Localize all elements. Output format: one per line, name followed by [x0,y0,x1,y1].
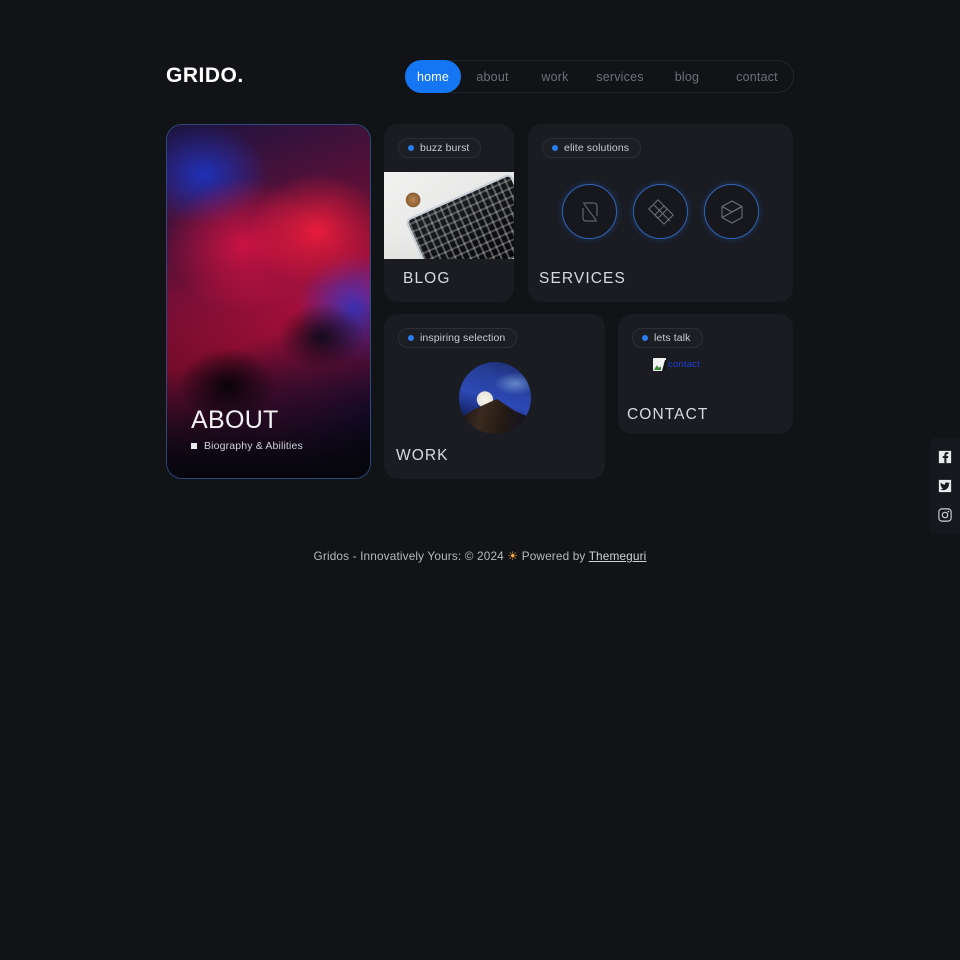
services-icon-row [528,184,793,239]
footer-powered-by: Powered by [521,549,586,563]
blog-badge-label: buzz burst [420,142,470,154]
dot-icon [408,335,414,341]
blog-title: BLOG [403,270,451,287]
about-subtitle-row: Biography & Abilities [191,440,303,452]
n-monogram-icon[interactable] [562,184,617,239]
about-subtitle: Biography & Abilities [204,440,303,452]
contact-title: CONTACT [627,406,709,423]
sun-icon: ☀ [507,549,519,563]
blog-badge: buzz burst [398,138,482,158]
work-badge: inspiring selection [398,328,518,348]
card-about[interactable]: ABOUT Biography & Abilities [166,124,371,479]
square-bullet-icon [191,443,197,449]
services-badge: elite solutions [542,138,642,158]
broken-image-icon[interactable]: contact [653,358,700,371]
contact-badge-label: lets talk [654,332,691,344]
about-title: ABOUT [191,405,279,434]
instagram-icon[interactable] [938,508,952,522]
contact-badge: lets talk [632,328,703,348]
work-thumbnail-image [458,362,531,434]
page-root: GRIDO. home about work services blog con… [0,0,960,960]
broken-image-alt-text: contact [668,359,701,370]
social-sidebar [930,438,960,534]
cube-hexagon-icon[interactable] [704,184,759,239]
interlocking-diamonds-icon[interactable] [633,184,688,239]
dot-icon [408,145,414,151]
twitter-icon[interactable] [938,479,952,493]
dot-icon [642,335,648,341]
services-badge-label: elite solutions [564,142,630,154]
blog-thumbnail-image [384,172,514,259]
work-badge-label: inspiring selection [420,332,506,344]
work-title: WORK [396,447,449,464]
services-title: SERVICES [539,270,626,287]
footer-themeguri-link[interactable]: Themeguri [589,549,647,563]
dot-icon [552,145,558,151]
footer-copyright: Gridos - Innovatively Yours: © 2024 [313,549,504,563]
site-footer: Gridos - Innovatively Yours: © 2024 ☀ Po… [0,549,960,563]
broken-image-glyph [653,358,666,371]
about-overlay: ABOUT Biography & Abilities [191,405,303,452]
facebook-icon[interactable] [938,450,952,464]
card-grid: ABOUT Biography & Abilities buzz burst B… [0,0,960,560]
